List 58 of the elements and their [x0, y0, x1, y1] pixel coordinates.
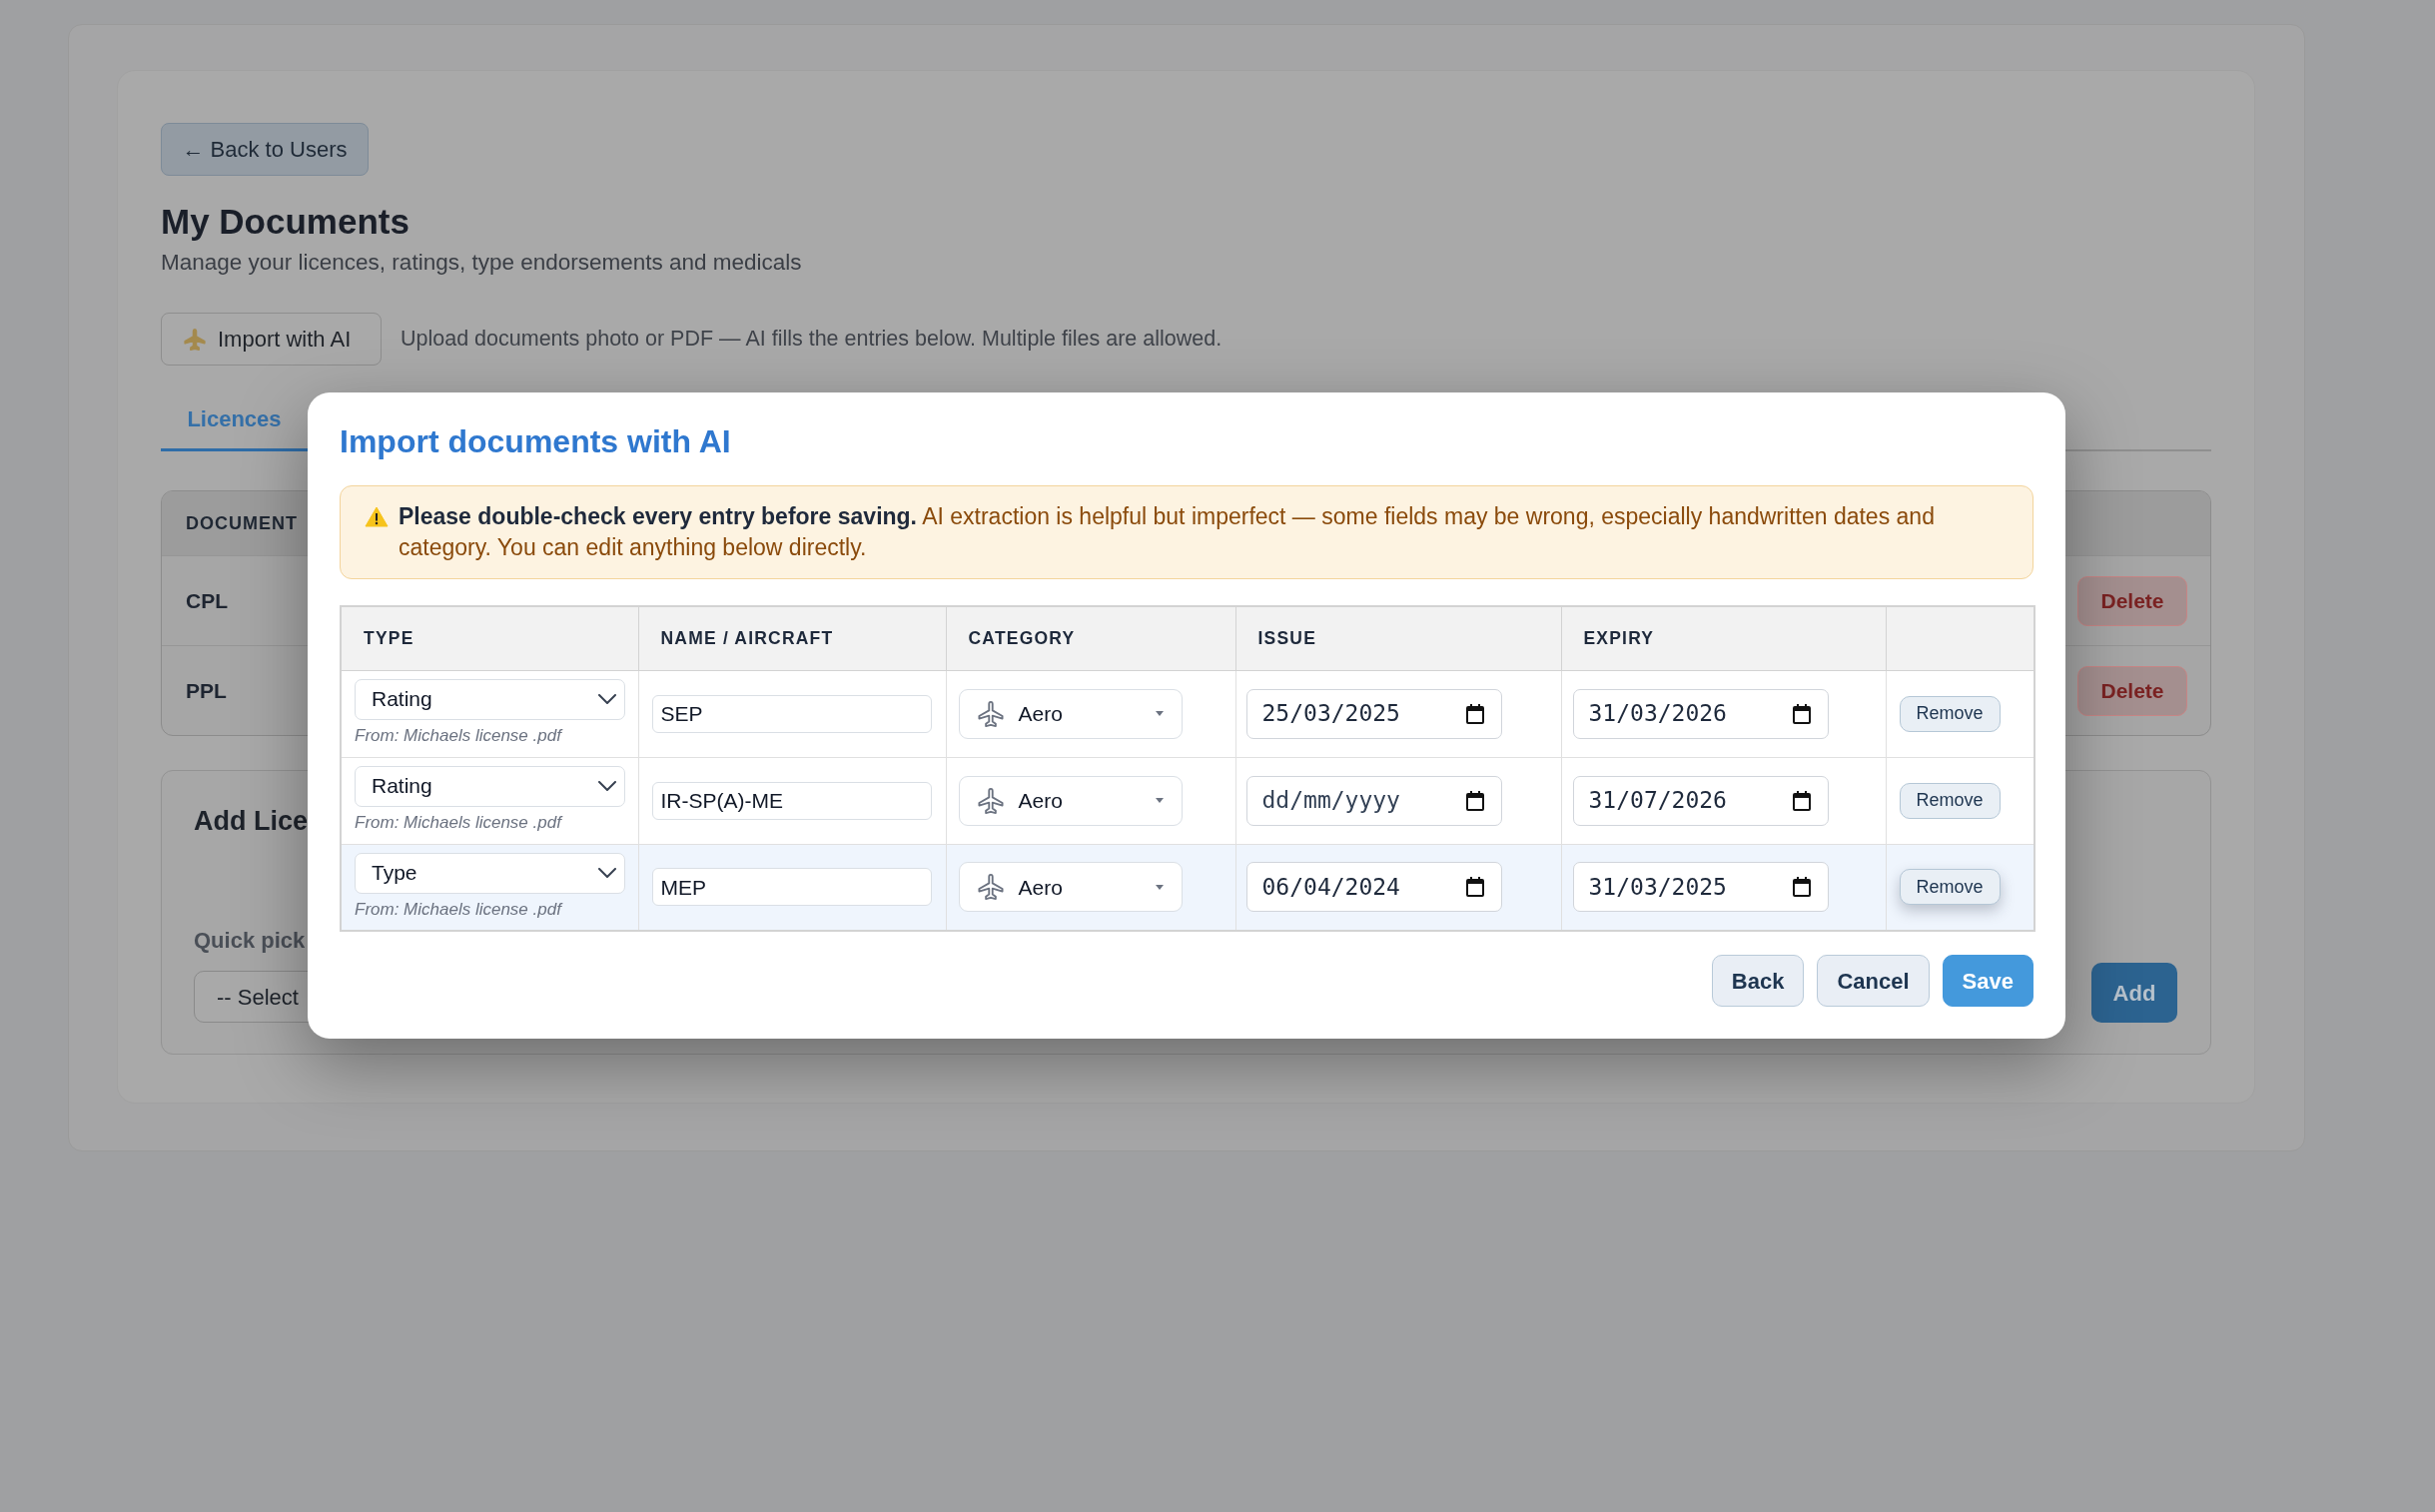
category-select[interactable]: Aero	[958, 688, 1183, 739]
expiry-date-input[interactable]: 31/07/2026	[1572, 775, 1829, 826]
caret-icon	[1155, 884, 1164, 890]
name-input[interactable]: SEP	[651, 694, 932, 733]
page-subtitle: Manage your licences, ratings, type endorsements and medicals	[161, 249, 802, 277]
category-select[interactable]: Aero	[958, 775, 1183, 826]
remove-button[interactable]: Remove	[1899, 695, 2001, 732]
column-header: EXPIRY	[1561, 606, 1886, 670]
calendar-icon[interactable]	[1465, 703, 1484, 724]
column-header: DOCUMENT	[186, 511, 298, 535]
type-select[interactable]: Rating	[355, 765, 625, 807]
table-cell-text: CPL	[186, 587, 228, 614]
plane-icon	[977, 874, 1004, 901]
page-title: My Documents	[161, 201, 409, 243]
dialog-button[interactable]: Cancel	[1817, 955, 1930, 1007]
plane-icon	[977, 700, 1004, 727]
name-input[interactable]: IR-SP(A)-ME	[651, 781, 932, 820]
chevron-down-icon	[598, 868, 616, 878]
warning-text: Please double-check every entry before saving. AI extraction is helpful but imperfect — some fields may be wrong, especially handwritten dates and category. You can edit anything below directly.	[399, 502, 1936, 562]
caret-icon	[1155, 711, 1164, 716]
issue-date-input[interactable]: 25/03/2025	[1245, 688, 1502, 739]
expiry-date-input[interactable]: 31/03/2025	[1572, 862, 1829, 913]
import-with-ai-button[interactable]: Import with AI	[161, 313, 382, 366]
table-cell-text: PPL	[186, 677, 227, 704]
category-select[interactable]: Aero	[958, 862, 1183, 913]
caret-icon	[1155, 798, 1164, 803]
type-select[interactable]: Type	[355, 852, 625, 894]
warning-icon	[365, 506, 389, 527]
plane-icon	[977, 787, 1004, 814]
issue-date-input[interactable]: 06/04/2024	[1245, 862, 1502, 913]
import-hint: Upload documents photo or PDF — AI fills the entries below. Multiple files are allowed.	[401, 326, 1222, 354]
column-header: CATEGORY	[946, 606, 1235, 670]
calendar-icon[interactable]	[1792, 790, 1811, 811]
source-note: From: Michaels license .pdf	[355, 812, 561, 833]
card-title: Add Lice	[194, 805, 308, 838]
chevron-down-icon	[598, 781, 616, 791]
calendar-icon[interactable]	[1465, 877, 1484, 898]
back-to-users-button[interactable]: ← Back to Users	[161, 123, 369, 176]
column-header: TYPE	[341, 606, 638, 670]
dialog-title: Import documents with AI	[340, 422, 731, 460]
remove-button[interactable]: Remove	[1899, 782, 2001, 819]
calendar-icon[interactable]	[1465, 790, 1484, 811]
chevron-down-icon	[598, 694, 616, 704]
issue-date-input[interactable]: dd/mm/yyyy	[1245, 775, 1502, 826]
column-header: NAME / AIRCRAFT	[638, 606, 946, 670]
quick-pick-label: Quick pick	[194, 927, 306, 955]
calendar-icon[interactable]	[1792, 877, 1811, 898]
column-header: ISSUE	[1235, 606, 1561, 670]
add-button[interactable]: Add	[2091, 963, 2177, 1023]
source-note: From: Michaels license .pdf	[355, 725, 561, 746]
calendar-icon[interactable]	[1792, 703, 1811, 724]
expiry-date-input[interactable]: 31/03/2026	[1572, 688, 1829, 739]
remove-button[interactable]: Remove	[1899, 869, 2001, 906]
plane-icon	[184, 328, 206, 351]
name-input[interactable]: MEP	[651, 868, 932, 907]
dialog-button[interactable]: Back	[1711, 955, 1805, 1007]
type-select[interactable]: Rating	[355, 678, 625, 720]
source-note: From: Michaels license .pdf	[355, 899, 561, 920]
